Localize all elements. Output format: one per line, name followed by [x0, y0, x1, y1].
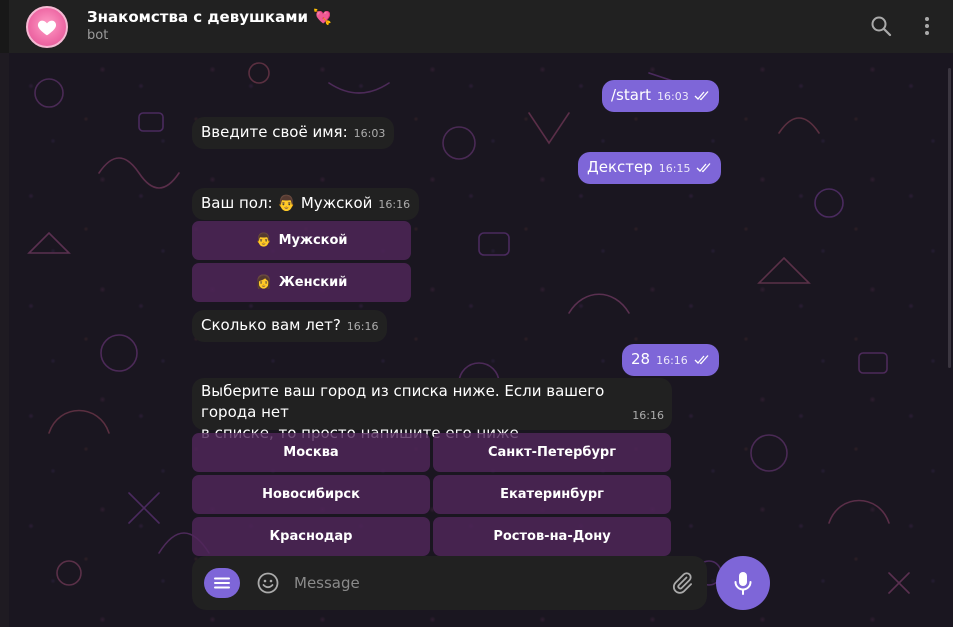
- smile-icon[interactable]: [256, 571, 280, 595]
- keyboard-button-city[interactable]: Москва: [192, 433, 430, 472]
- message-composer: [192, 556, 707, 610]
- double-check-icon: [694, 354, 709, 364]
- message-time: 16:03: [657, 90, 689, 103]
- button-label: Женский: [278, 275, 348, 290]
- search-icon[interactable]: [869, 14, 893, 38]
- message-outgoing[interactable]: /start 16:03: [602, 80, 720, 112]
- button-label: Новосибирск: [262, 487, 360, 502]
- keyboard-button-city[interactable]: Краснодар: [192, 517, 430, 556]
- chat-scrollbar[interactable]: [948, 68, 951, 368]
- message-outgoing[interactable]: 28 16:16: [622, 344, 719, 376]
- message-time: 16:15: [658, 162, 691, 175]
- keyboard-button-city[interactable]: Санкт-Петербург: [433, 433, 671, 472]
- message-time: 16:16: [378, 198, 411, 211]
- message-incoming[interactable]: Введите своё имя: 16:03: [192, 117, 395, 149]
- button-label: Санкт-Петербург: [487, 445, 617, 460]
- heart-icon: [37, 20, 57, 35]
- message-incoming[interactable]: Ваш пол: 👨 Мужской 16:16: [192, 188, 420, 220]
- message-outgoing[interactable]: Декстер 16:15: [578, 152, 722, 184]
- keyboard-button-city[interactable]: Екатеринбург: [433, 475, 671, 514]
- voice-record-button[interactable]: [716, 556, 770, 610]
- bot-menu-button[interactable]: [204, 568, 240, 598]
- bot-avatar[interactable]: [26, 5, 68, 48]
- message-time: 16:16: [346, 320, 379, 333]
- message-text: 28: [631, 350, 651, 368]
- button-label: Екатеринбург: [500, 487, 604, 502]
- chat-subtitle: bot: [87, 28, 109, 43]
- double-check-icon: [695, 90, 709, 100]
- message-text: /start: [611, 86, 651, 104]
- message-input[interactable]: [294, 568, 654, 598]
- message-text: Ваш пол: 👨 Мужской: [201, 194, 373, 212]
- message-text: Сколько вам лет?: [201, 316, 341, 334]
- message-text: Введите своё имя:: [201, 123, 348, 141]
- button-label: Москва: [283, 445, 339, 460]
- chat-title: Знакомства с девушками 💘: [87, 8, 332, 26]
- message-incoming[interactable]: Сколько вам лет? 16:16: [192, 310, 388, 342]
- chat-title-block[interactable]: Знакомства с девушками 💘 bot: [87, 8, 332, 45]
- message-time: 16:16: [656, 354, 688, 367]
- man-emoji-icon: 👨: [255, 233, 272, 248]
- button-label: Ростов-на-Дону: [493, 529, 611, 544]
- chat-header: Знакомства с девушками 💘 bot: [0, 0, 953, 53]
- keyboard-button-city[interactable]: Новосибирск: [192, 475, 430, 514]
- message-time: 16:16: [632, 409, 664, 422]
- chat-area[interactable]: /start 16:03 Введите своё имя: 16:03 Декст…: [9, 53, 953, 627]
- message-text: Декстер: [587, 158, 653, 176]
- double-check-icon: [696, 162, 711, 172]
- keyboard-button-male[interactable]: 👨 Мужской: [192, 221, 411, 260]
- message-time: 16:03: [353, 127, 386, 140]
- paperclip-icon[interactable]: [670, 571, 694, 595]
- more-vertical-icon[interactable]: [915, 14, 939, 38]
- menu-lines-icon: [214, 577, 230, 589]
- button-label: Краснодар: [269, 529, 353, 544]
- message-text-line: Выберите ваш город из списка ниже. Если …: [201, 382, 605, 421]
- keyboard-button-female[interactable]: 👩 Женский: [192, 263, 411, 302]
- woman-emoji-icon: 👩: [255, 275, 272, 290]
- message-incoming[interactable]: Выберите ваш город из списка ниже. Если …: [192, 378, 672, 442]
- microphone-icon: [734, 572, 752, 595]
- button-label: Мужской: [278, 233, 348, 248]
- keyboard-button-city[interactable]: Ростов-на-Дону: [433, 517, 671, 556]
